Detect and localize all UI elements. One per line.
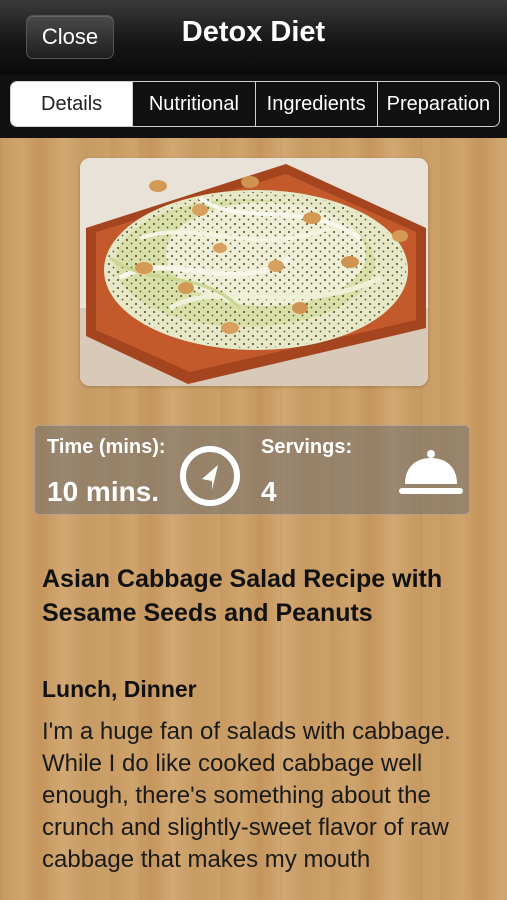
- close-button[interactable]: Close: [26, 15, 114, 59]
- servings-value: 4: [261, 476, 277, 507]
- servings-label: Servings:: [261, 436, 353, 458]
- recipe-photo: [80, 158, 428, 386]
- timer-icon: [180, 446, 240, 506]
- recipe-info-panel: Time (mins): 10 mins. Servings: 4: [34, 425, 470, 515]
- recipe-description: I'm a huge fan of salads with cabbage. W…: [42, 718, 451, 873]
- serving-cloche-icon: [399, 450, 463, 494]
- tab-details[interactable]: Details: [11, 82, 133, 126]
- meal-types: Lunch, Dinner: [42, 676, 197, 702]
- tab-ingredients[interactable]: Ingredients: [254, 82, 377, 126]
- tab-nutritional[interactable]: Nutritional: [132, 82, 254, 126]
- recipe-title: Asian Cabbage Salad Recipe with Sesame S…: [42, 565, 443, 627]
- time-label: Time (mins):: [47, 436, 166, 458]
- tab-preparation[interactable]: Preparation: [376, 82, 499, 126]
- salad-image: [80, 158, 428, 386]
- page-title: Detox Diet: [181, 16, 326, 48]
- time-value: 10 mins.: [47, 476, 160, 507]
- navigation-bar: Close Detox Diet: [0, 0, 507, 75]
- segmented-control: Details Nutritional Ingredients Preparat…: [10, 81, 500, 127]
